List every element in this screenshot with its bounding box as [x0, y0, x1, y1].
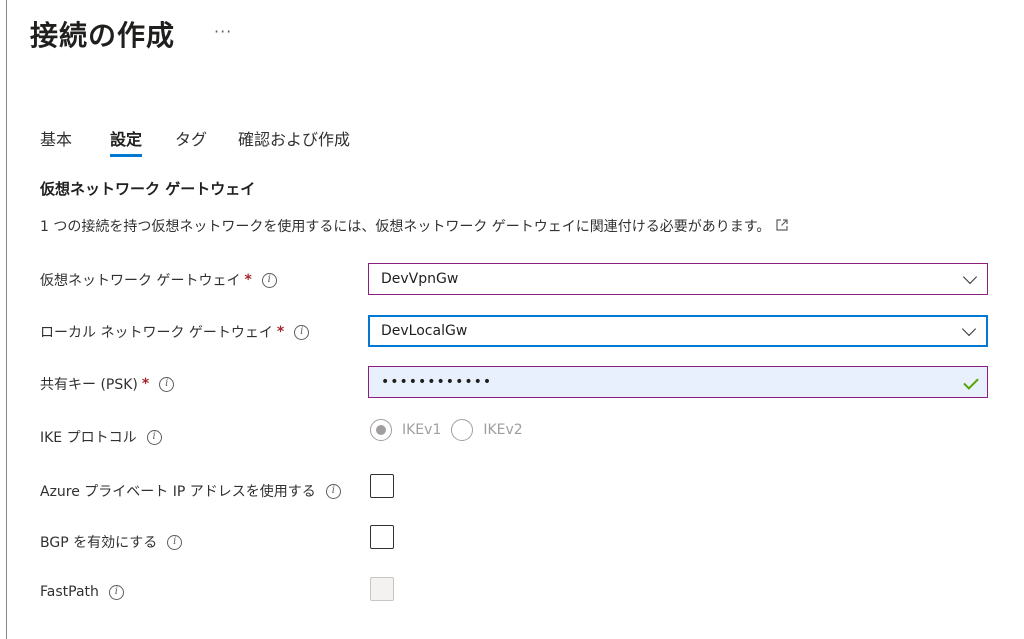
- external-link-icon[interactable]: [776, 219, 789, 235]
- page-title: 接続の作成: [30, 19, 176, 52]
- tab-active-underline: [110, 154, 143, 157]
- bgp-label-text: BGP を有効にする: [40, 535, 158, 551]
- fastpath-label: FastPath i: [40, 584, 124, 600]
- create-connection-blade: 接続の作成 ··· 基本 設定 タグ 確認および作成 仮想ネットワーク ゲートウ…: [0, 0, 1024, 639]
- ikev1-radio[interactable]: [370, 419, 392, 441]
- info-icon[interactable]: i: [261, 272, 277, 288]
- local-gateway-label: ローカル ネットワーク ゲートウェイ * i: [40, 322, 310, 342]
- info-icon[interactable]: i: [167, 534, 183, 550]
- fastpath-checkbox[interactable]: [370, 577, 394, 601]
- psk-label: 共有キー (PSK) * i: [40, 374, 175, 394]
- azure-private-ip-checkbox[interactable]: [370, 474, 394, 498]
- vnet-gateway-dropdown[interactable]: DevVpnGw: [368, 263, 988, 295]
- tab-tags[interactable]: タグ: [175, 126, 207, 160]
- info-icon[interactable]: i: [294, 324, 310, 340]
- azure-private-ip-label-text: Azure プライベート IP アドレスを使用する: [40, 484, 316, 500]
- chevron-down-icon: [962, 269, 978, 285]
- info-icon[interactable]: i: [108, 584, 124, 600]
- required-asterisk: *: [276, 324, 285, 340]
- tab-settings[interactable]: 設定: [110, 126, 143, 160]
- azure-private-ip-label: Azure プライベート IP アドレスを使用する i: [40, 481, 341, 501]
- radio-selected-dot: [376, 425, 386, 435]
- required-asterisk: *: [244, 272, 252, 288]
- section-description-text: 1 つの接続を持つ仮想ネットワークを使用するには、仮想ネットワーク ゲートウェイ…: [40, 219, 771, 235]
- tab-review-create[interactable]: 確認および作成: [238, 126, 350, 160]
- chevron-down-icon: [961, 321, 977, 337]
- tab-settings-label: 設定: [110, 130, 143, 149]
- section-title: 仮想ネットワーク ゲートウェイ: [40, 180, 256, 198]
- local-gateway-label-text: ローカル ネットワーク ゲートウェイ: [40, 325, 273, 341]
- local-gateway-value: DevLocalGw: [381, 323, 468, 339]
- ikev1-label: IKEv1: [402, 422, 442, 438]
- ike-protocol-label-text: IKE プロトコル: [40, 430, 137, 446]
- tab-basics[interactable]: 基本: [40, 126, 72, 160]
- tab-tags-label: タグ: [175, 130, 208, 149]
- psk-label-text: 共有キー (PSK): [40, 377, 138, 393]
- info-icon[interactable]: i: [159, 376, 175, 392]
- local-gateway-dropdown[interactable]: DevLocalGw: [368, 315, 988, 347]
- psk-value: ••••••••••••: [381, 374, 493, 390]
- blade-left-border: [6, 0, 7, 639]
- info-icon[interactable]: i: [325, 483, 341, 499]
- vnet-gateway-label-text: 仮想ネットワーク ゲートウェイ: [40, 273, 241, 289]
- ike-protocol-label: IKE プロトコル i: [40, 427, 162, 447]
- bgp-checkbox[interactable]: [370, 525, 394, 549]
- tab-review-create-label: 確認および作成: [238, 130, 351, 149]
- ikev2-radio[interactable]: [451, 419, 474, 441]
- required-asterisk: *: [141, 376, 150, 392]
- section-description: 1 つの接続を持つ仮想ネットワークを使用するには、仮想ネットワーク ゲートウェイ…: [40, 216, 789, 236]
- info-icon[interactable]: i: [146, 429, 162, 445]
- bgp-label: BGP を有効にする i: [40, 532, 183, 552]
- fastpath-label-text: FastPath: [40, 584, 99, 600]
- vnet-gateway-value: DevVpnGw: [381, 271, 459, 287]
- checkmark-icon: [963, 374, 979, 390]
- more-options-button[interactable]: ···: [214, 22, 232, 41]
- vnet-gateway-label: 仮想ネットワーク ゲートウェイ * i: [40, 270, 277, 290]
- tab-basics-label: 基本: [40, 130, 73, 149]
- ikev2-label: IKEv2: [483, 422, 523, 438]
- psk-input[interactable]: ••••••••••••: [368, 366, 988, 398]
- ike-protocol-radio-group: IKEv1 IKEv2: [370, 419, 533, 441]
